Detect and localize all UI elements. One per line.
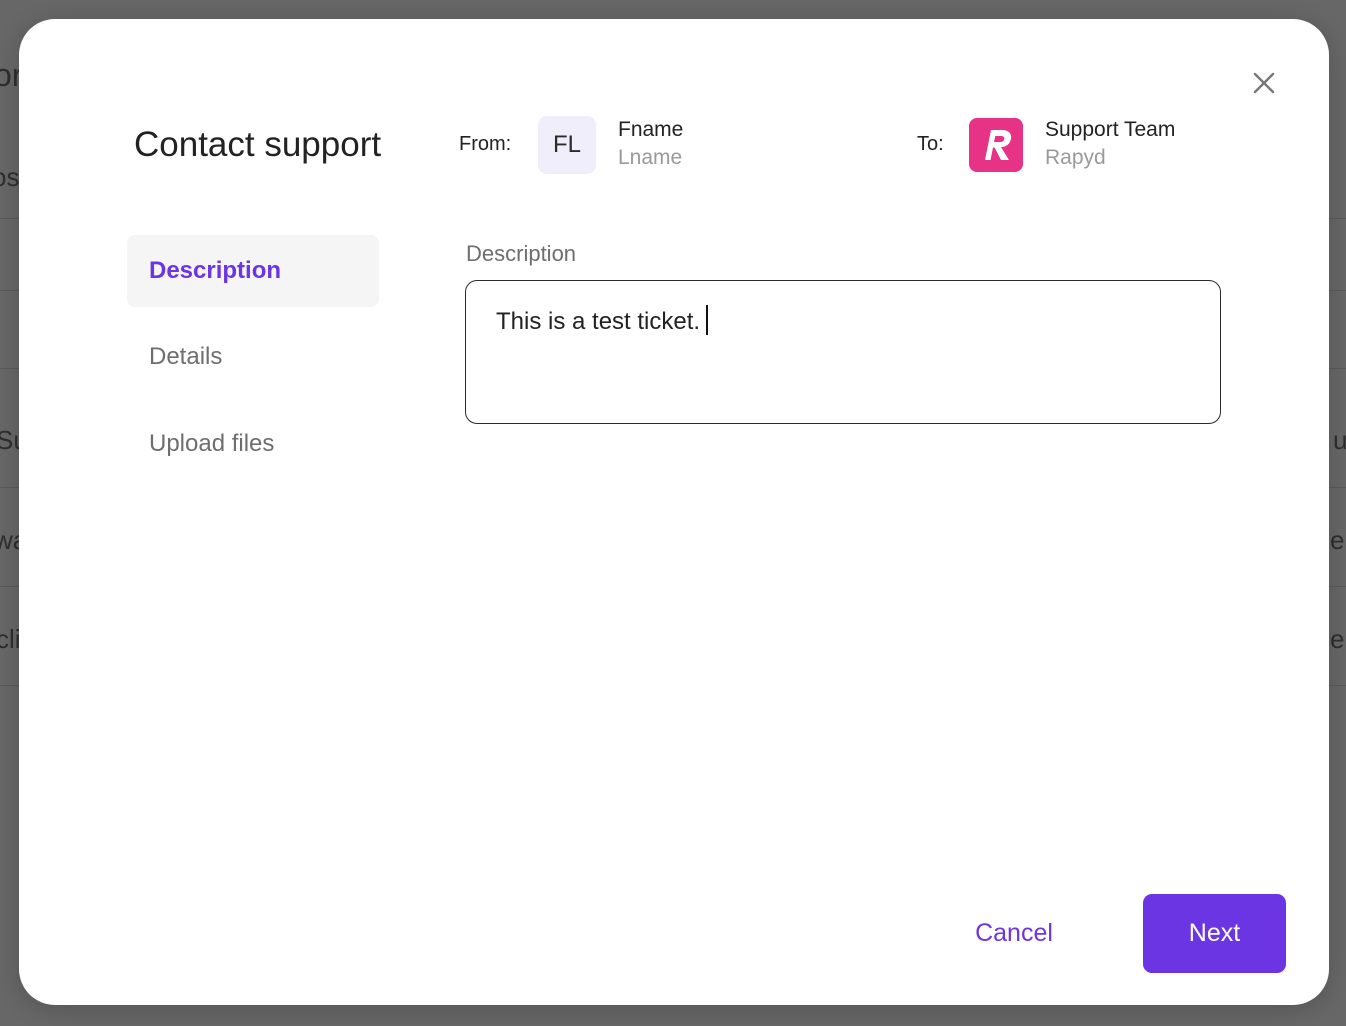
bg-text-fragment: cli: [0, 624, 21, 654]
to-label: To:: [917, 133, 944, 155]
description-input[interactable]: This is a test ticket.: [465, 280, 1221, 424]
step-upload-files[interactable]: Upload files: [127, 408, 379, 480]
next-button[interactable]: Next: [1143, 894, 1286, 973]
step-description[interactable]: Description: [127, 235, 379, 307]
from-label: From:: [459, 133, 512, 155]
close-icon: [1253, 72, 1275, 94]
bg-text-fragment: u: [1333, 425, 1346, 455]
sender-last-name: Lname: [618, 146, 683, 169]
dialog-title: Contact support: [134, 125, 382, 164]
rapyd-logo-icon: [969, 118, 1023, 172]
step-details[interactable]: Details: [127, 321, 379, 393]
recipient-team: Support Team: [1045, 118, 1176, 141]
close-button[interactable]: [1248, 67, 1280, 99]
contact-support-dialog: Contact support From: FL Fname Lname To:…: [19, 19, 1329, 1005]
bg-text-fragment: eb: [1330, 624, 1346, 654]
cancel-button[interactable]: Cancel: [959, 909, 1069, 957]
rapyd-r-icon: [985, 130, 1012, 160]
avatar: FL: [538, 116, 596, 174]
text-caret: [706, 305, 709, 335]
description-value: This is a test ticket.: [496, 308, 701, 335]
bg-text-fragment: eb: [1330, 525, 1346, 555]
description-label: Description: [466, 241, 577, 266]
recipient-company: Rapyd: [1045, 146, 1106, 169]
sender-first-name: Fname: [618, 118, 684, 141]
bg-text-fragment: os: [0, 162, 20, 192]
